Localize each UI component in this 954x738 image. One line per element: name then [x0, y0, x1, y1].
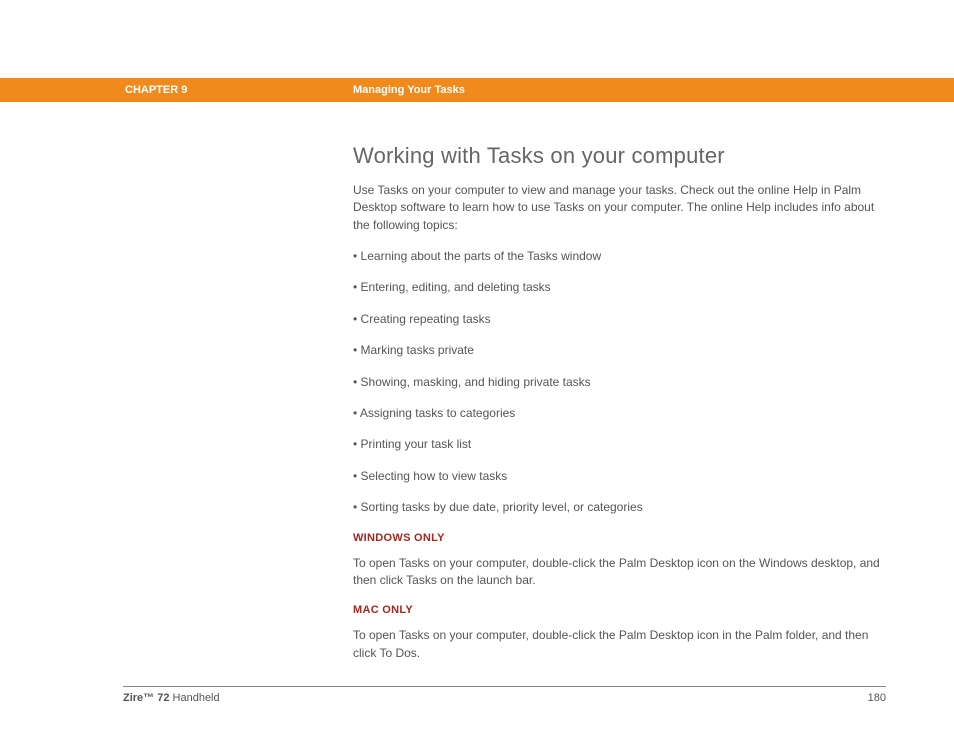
list-item: Creating repeating tasks — [353, 311, 883, 328]
footer: Zire™ 72 Handheld 180 — [123, 692, 886, 704]
windows-only-text: To open Tasks on your computer, double-c… — [353, 555, 883, 590]
topic-list: Learning about the parts of the Tasks wi… — [353, 248, 883, 517]
mac-only-text: To open Tasks on your computer, double-c… — [353, 627, 883, 662]
product-bold: Zire™ 72 — [123, 692, 169, 704]
header-band: CHAPTER 9 Managing Your Tasks — [0, 78, 954, 102]
windows-only-heading: WINDOWS ONLY — [353, 531, 883, 547]
page-number: 180 — [868, 692, 886, 704]
list-item: Sorting tasks by due date, priority leve… — [353, 499, 883, 516]
list-item: Learning about the parts of the Tasks wi… — [353, 248, 883, 265]
list-item: Showing, masking, and hiding private tas… — [353, 374, 883, 391]
list-item: Printing your task list — [353, 436, 883, 453]
page-content: Working with Tasks on your computer Use … — [353, 140, 883, 676]
intro-paragraph: Use Tasks on your computer to view and m… — [353, 182, 883, 234]
header-accent — [0, 78, 125, 102]
list-item: Assigning tasks to categories — [353, 405, 883, 422]
section-title: Managing Your Tasks — [353, 84, 465, 96]
page-title: Working with Tasks on your computer — [353, 140, 883, 172]
chapter-label: CHAPTER 9 — [125, 84, 353, 96]
product-name: Zire™ 72 Handheld — [123, 692, 220, 704]
footer-rule — [123, 686, 886, 687]
product-rest: Handheld — [169, 692, 219, 704]
list-item: Marking tasks private — [353, 342, 883, 359]
header-main: CHAPTER 9 Managing Your Tasks — [125, 78, 954, 102]
mac-only-heading: MAC ONLY — [353, 603, 883, 619]
list-item: Selecting how to view tasks — [353, 468, 883, 485]
list-item: Entering, editing, and deleting tasks — [353, 279, 883, 296]
